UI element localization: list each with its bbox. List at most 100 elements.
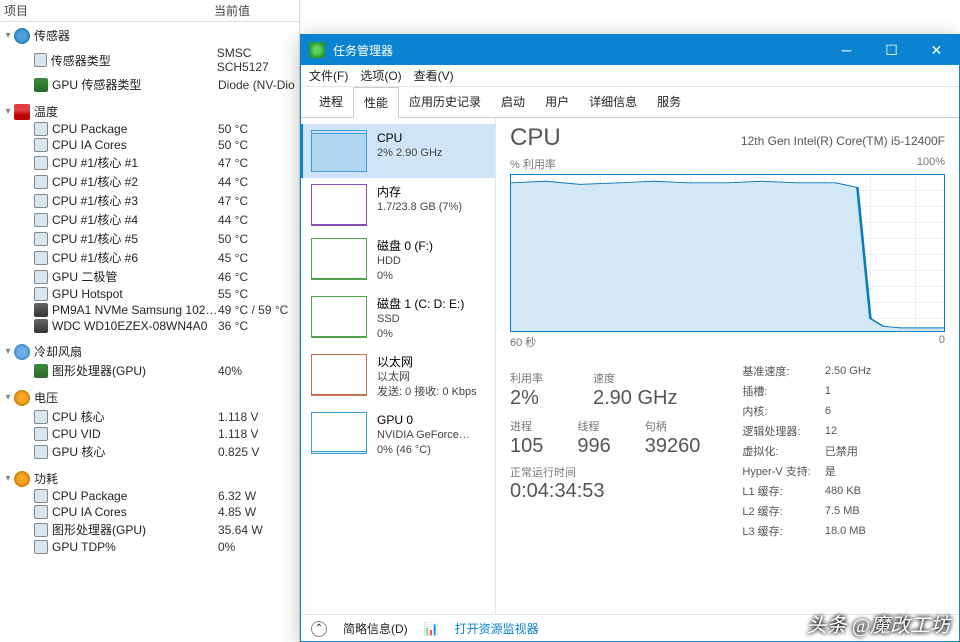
titlebar[interactable]: 任务管理器 ─ ☐ ✕	[301, 35, 959, 65]
handle-label: 句柄	[645, 418, 701, 434]
cpu-details-table: 基准速度:2.50 GHz插槽:1内核:6逻辑处理器:12虚拟化:已禁用Hype…	[740, 360, 885, 542]
tree-leaf[interactable]: CPU IA Cores4.85 W	[0, 504, 299, 520]
sidebar-item[interactable]: 以太网以太网发送: 0 接收: 0 Kbps	[301, 348, 495, 406]
column-headers: 项目 当前值	[0, 0, 299, 22]
icon-chip	[34, 53, 47, 67]
tree-leaf[interactable]: CPU VID1.118 V	[0, 426, 299, 442]
icon-chip	[34, 138, 48, 152]
icon-disk	[34, 303, 48, 317]
sidebar-item[interactable]: 磁盘 0 (F:)HDD0%	[301, 232, 495, 290]
sensor-panel: 项目 当前值 ▾传感器传感器类型SMSC SCH5127GPU 传感器类型Dio…	[0, 0, 300, 642]
resmon-icon: 📊	[424, 622, 439, 636]
resource-title: CPU	[510, 124, 561, 152]
icon-chip	[34, 122, 48, 136]
speed-value: 2.90 GHz	[593, 386, 677, 410]
tree-group[interactable]: ▾冷却风扇	[0, 342, 299, 361]
tree-leaf[interactable]: PM9A1 NVMe Samsung 102…49 °C / 59 °C	[0, 302, 299, 318]
chart-y-max: 100%	[917, 156, 945, 172]
menu-options[interactable]: 选项(O)	[360, 67, 401, 84]
tree-group[interactable]: ▾功耗	[0, 469, 299, 488]
tree-leaf[interactable]: CPU #1/核心 #550 °C	[0, 229, 299, 248]
brief-info-button[interactable]: 简略信息(D)	[343, 620, 408, 637]
icon-chip	[34, 156, 48, 170]
tree-leaf[interactable]: 传感器类型SMSC SCH5127	[0, 45, 299, 75]
detail-row: 基准速度:2.50 GHz	[742, 362, 883, 380]
chart-x-left: 60 秒	[510, 334, 536, 350]
tree-leaf[interactable]: CPU #1/核心 #645 °C	[0, 248, 299, 267]
cpu-model: 12th Gen Intel(R) Core(TM) i5-12400F	[741, 134, 945, 148]
icon-chip	[34, 489, 48, 503]
icon-gpu	[34, 364, 48, 378]
icon-chip	[34, 232, 48, 246]
tree-leaf[interactable]: GPU 核心0.825 V	[0, 442, 299, 461]
tree-leaf[interactable]: CPU Package50 °C	[0, 121, 299, 137]
tab-apphistory[interactable]: 应用历史记录	[399, 87, 491, 117]
tree-leaf[interactable]: CPU Package6.32 W	[0, 488, 299, 504]
tree-leaf[interactable]: CPU #1/核心 #147 °C	[0, 153, 299, 172]
icon-chip	[34, 175, 48, 189]
uptime-value: 0:04:34:53	[510, 480, 700, 503]
speed-label: 速度	[593, 370, 677, 386]
collapse-icon[interactable]: ⌃	[311, 621, 327, 637]
detail-row: L3 缓存:18.0 MB	[742, 522, 883, 540]
tree-leaf[interactable]: CPU 核心1.118 V	[0, 407, 299, 426]
sidebar-item[interactable]: 磁盘 1 (C: D: E:)SSD0%	[301, 290, 495, 348]
icon-chip	[34, 213, 48, 227]
sidebar-item[interactable]: CPU2% 2.90 GHz	[301, 124, 495, 178]
uptime-label: 正常运行时间	[510, 464, 700, 480]
icon-chip	[34, 523, 48, 537]
performance-sidebar: CPU2% 2.90 GHz内存1.7/23.8 GB (7%)磁盘 0 (F:…	[301, 118, 496, 614]
detail-row: 内核:6	[742, 402, 883, 420]
tab-users[interactable]: 用户	[535, 87, 579, 117]
tab-details[interactable]: 详细信息	[579, 87, 647, 117]
tabbar: 进程 性能 应用历史记录 启动 用户 详细信息 服务	[301, 87, 959, 118]
header-item: 项目	[4, 2, 214, 19]
proc-value: 105	[510, 434, 543, 458]
chart-y-label: % 利用率	[510, 156, 556, 172]
tree-leaf[interactable]: CPU #1/核心 #347 °C	[0, 191, 299, 210]
menu-file[interactable]: 文件(F)	[309, 67, 348, 84]
sidebar-item[interactable]: GPU 0NVIDIA GeForce…0% (46 °C)	[301, 406, 495, 464]
tree-leaf[interactable]: GPU 二极管46 °C	[0, 267, 299, 286]
util-value: 2%	[510, 386, 543, 410]
tab-performance[interactable]: 性能	[353, 87, 399, 118]
util-label: 利用率	[510, 370, 543, 386]
tree-leaf[interactable]: CPU #1/核心 #244 °C	[0, 172, 299, 191]
icon-chip	[34, 540, 48, 554]
app-icon	[309, 42, 325, 58]
tree-leaf[interactable]: CPU IA Cores50 °C	[0, 137, 299, 153]
icon-volt	[14, 390, 30, 406]
open-resmon-link[interactable]: 打开资源监视器	[455, 620, 539, 637]
sidebar-item[interactable]: 内存1.7/23.8 GB (7%)	[301, 178, 495, 232]
tab-startup[interactable]: 启动	[491, 87, 535, 117]
detail-row: 逻辑处理器:12	[742, 422, 883, 440]
tree-leaf[interactable]: GPU TDP%0%	[0, 539, 299, 555]
close-button[interactable]: ✕	[914, 35, 959, 65]
detail-row: L2 缓存:7.5 MB	[742, 502, 883, 520]
tab-services[interactable]: 服务	[647, 87, 691, 117]
cpu-chart[interactable]	[510, 174, 945, 332]
tree-leaf[interactable]: GPU Hotspot55 °C	[0, 286, 299, 302]
thread-value: 996	[577, 434, 610, 458]
tree-group[interactable]: ▾电压	[0, 388, 299, 407]
detail-row: Hyper-V 支持:是	[742, 462, 883, 480]
tree-leaf[interactable]: 图形处理器(GPU)40%	[0, 361, 299, 380]
icon-chip	[34, 251, 48, 265]
menu-view[interactable]: 查看(V)	[414, 67, 454, 84]
chart-x-right: 0	[939, 334, 945, 350]
window-title: 任务管理器	[333, 42, 393, 59]
detail-row: L1 缓存:480 KB	[742, 482, 883, 500]
maximize-button[interactable]: ☐	[869, 35, 914, 65]
tree-group[interactable]: ▾温度	[0, 102, 299, 121]
icon-power	[14, 471, 30, 487]
detail-row: 插槽:1	[742, 382, 883, 400]
tree-leaf[interactable]: 图形处理器(GPU)35.64 W	[0, 520, 299, 539]
tree-group[interactable]: ▾传感器	[0, 26, 299, 45]
tree-leaf[interactable]: WDC WD10EZEX-08WN4A036 °C	[0, 318, 299, 334]
tab-processes[interactable]: 进程	[309, 87, 353, 117]
thread-label: 线程	[577, 418, 610, 434]
icon-disk	[34, 319, 48, 333]
minimize-button[interactable]: ─	[824, 35, 869, 65]
tree-leaf[interactable]: CPU #1/核心 #444 °C	[0, 210, 299, 229]
tree-leaf[interactable]: GPU 传感器类型Diode (NV-Dio	[0, 75, 299, 94]
